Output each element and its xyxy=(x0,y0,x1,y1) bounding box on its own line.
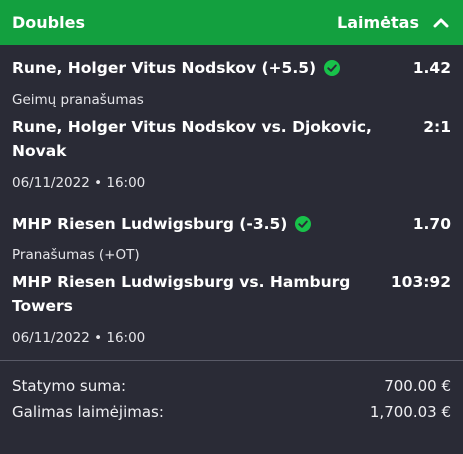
event-score: 2:1 xyxy=(423,118,451,136)
bet-status-label: Laimėtas xyxy=(337,13,419,32)
bet-header[interactable]: Doubles Laimėtas xyxy=(0,0,463,45)
bet-summary: Statymo suma: 700.00 € Galimas laimėjima… xyxy=(0,373,463,425)
selection-name: Rune, Holger Vitus Nodskov (+5.5) xyxy=(12,59,341,77)
selection-row: Rune, Holger Vitus Nodskov (+5.5) 1.42 xyxy=(12,59,451,77)
selection-row: MHP Riesen Ludwigsburg (-3.5) 1.70 xyxy=(12,215,451,233)
winnings-row: Galimas laimėjimas: 1,700.03 € xyxy=(12,399,451,425)
selection-label: Rune, Holger Vitus Nodskov (+5.5) xyxy=(12,59,317,77)
check-circle-icon xyxy=(295,216,312,232)
odds-value: 1.70 xyxy=(412,215,451,233)
market-name: Pranašumas (+OT) xyxy=(12,247,140,263)
winnings-value: 1,700.03 € xyxy=(369,403,451,421)
selection-name: MHP Riesen Ludwigsburg (-3.5) xyxy=(12,215,312,233)
event-score: 103:92 xyxy=(390,273,451,291)
market-name: Geimų pranašumas xyxy=(12,92,144,108)
stake-label: Statymo suma: xyxy=(12,377,127,395)
odds-value: 1.42 xyxy=(412,59,451,77)
event-row: Rune, Holger Vitus Nodskov vs. Djokovic,… xyxy=(12,115,451,163)
bet-item: MHP Riesen Ludwigsburg (-3.5) 1.70 Prana… xyxy=(0,215,463,346)
event-datetime: 06/11/2022 • 16:00 xyxy=(12,175,146,191)
bet-type-title: Doubles xyxy=(12,13,85,32)
chevron-up-icon[interactable] xyxy=(431,13,451,33)
divider xyxy=(0,360,463,361)
header-right: Laimėtas xyxy=(337,13,451,33)
event-name: MHP Riesen Ludwigsburg vs. Hamburg Tower… xyxy=(12,273,351,315)
winnings-label: Galimas laimėjimas: xyxy=(12,403,164,421)
selection-label: MHP Riesen Ludwigsburg (-3.5) xyxy=(12,215,288,233)
event-row: MHP Riesen Ludwigsburg vs. Hamburg Tower… xyxy=(12,270,451,318)
stake-value: 700.00 € xyxy=(384,377,451,395)
stake-row: Statymo suma: 700.00 € xyxy=(12,373,451,399)
event-name: Rune, Holger Vitus Nodskov vs. Djokovic,… xyxy=(12,118,372,160)
event-datetime: 06/11/2022 • 16:00 xyxy=(12,330,146,346)
check-circle-icon xyxy=(324,60,341,76)
bet-item: Rune, Holger Vitus Nodskov (+5.5) 1.42 G… xyxy=(0,59,463,191)
